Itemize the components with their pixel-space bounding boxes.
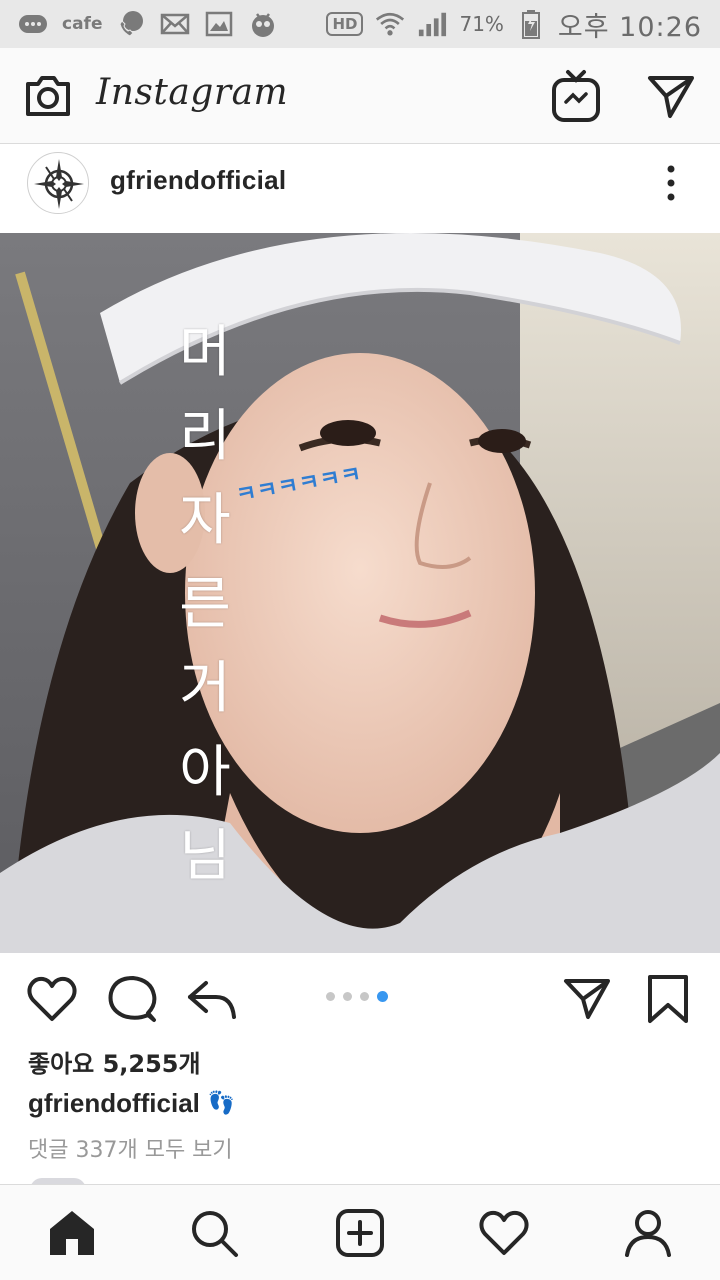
carousel-indicator — [326, 991, 388, 1002]
footprints-icon: 👣 — [207, 1091, 236, 1116]
hd-badge: HD — [326, 12, 364, 36]
search-icon[interactable] — [188, 1207, 240, 1259]
view-all-comments-link[interactable]: 댓글 337개 모두 보기 — [28, 1132, 233, 1164]
carousel-dot — [326, 992, 335, 1001]
overlay-text-char: 자 — [179, 488, 231, 553]
carousel-dot — [343, 992, 352, 1001]
cafe-app-label: cafe — [62, 14, 103, 34]
battery-percent: 71% — [459, 12, 504, 36]
caption-username[interactable]: gfriendofficial — [28, 1088, 200, 1119]
direct-icon[interactable] — [562, 973, 614, 1025]
add-post-icon[interactable] — [334, 1207, 386, 1259]
home-icon[interactable] — [46, 1207, 98, 1259]
post-actions — [0, 953, 720, 1043]
top-app-bar: Instagram — [0, 48, 720, 144]
overlay-text-char: 님 — [179, 824, 231, 889]
overlay-text-char: 아 — [179, 740, 231, 805]
caption: gfriendofficial 👣 — [28, 1088, 235, 1119]
camera-icon[interactable] — [22, 70, 74, 122]
likes-count[interactable]: 좋아요 5,255개 — [28, 1044, 201, 1079]
phone-bubble-icon — [116, 10, 146, 38]
more-vertical-icon[interactable] — [656, 163, 686, 203]
profile-icon[interactable] — [622, 1207, 674, 1259]
avatar[interactable] — [27, 152, 89, 214]
battery-icon — [516, 10, 546, 39]
activity-icon[interactable] — [478, 1207, 530, 1259]
post-photo[interactable]: 머 리 자 른 거 아 님 ㅋㅋㅋㅋㅋㅋ — [0, 233, 720, 953]
post-username[interactable]: gfriendofficial — [110, 165, 286, 196]
overlay-text-char: 거 — [179, 656, 231, 721]
heart-icon[interactable] — [26, 973, 78, 1025]
igtv-icon[interactable] — [550, 68, 602, 124]
carousel-dot-active — [377, 991, 388, 1002]
gallery-icon — [204, 10, 234, 38]
bottom-nav — [0, 1184, 720, 1280]
app-icon — [248, 10, 278, 38]
share-icon[interactable] — [186, 973, 238, 1025]
status-time: 오후 10:26 — [557, 11, 702, 43]
carousel-dot — [360, 992, 369, 1001]
signal-icon — [417, 10, 447, 38]
chat-bubble-icon — [18, 10, 48, 38]
bookmark-icon[interactable] — [644, 973, 696, 1025]
overlay-text-char: 머 — [179, 320, 231, 385]
status-bar: cafe HD 71% 오후 10:26 — [0, 0, 720, 48]
post-header: gfriendofficial — [0, 145, 720, 233]
comment-icon[interactable] — [106, 973, 158, 1025]
overlay-text-char: 른 — [179, 572, 231, 637]
direct-icon[interactable] — [646, 72, 696, 120]
mail-icon — [160, 10, 190, 38]
wifi-icon — [375, 10, 405, 38]
instagram-logo: Instagram — [96, 72, 289, 113]
overlay-text-char: 리 — [179, 404, 231, 469]
